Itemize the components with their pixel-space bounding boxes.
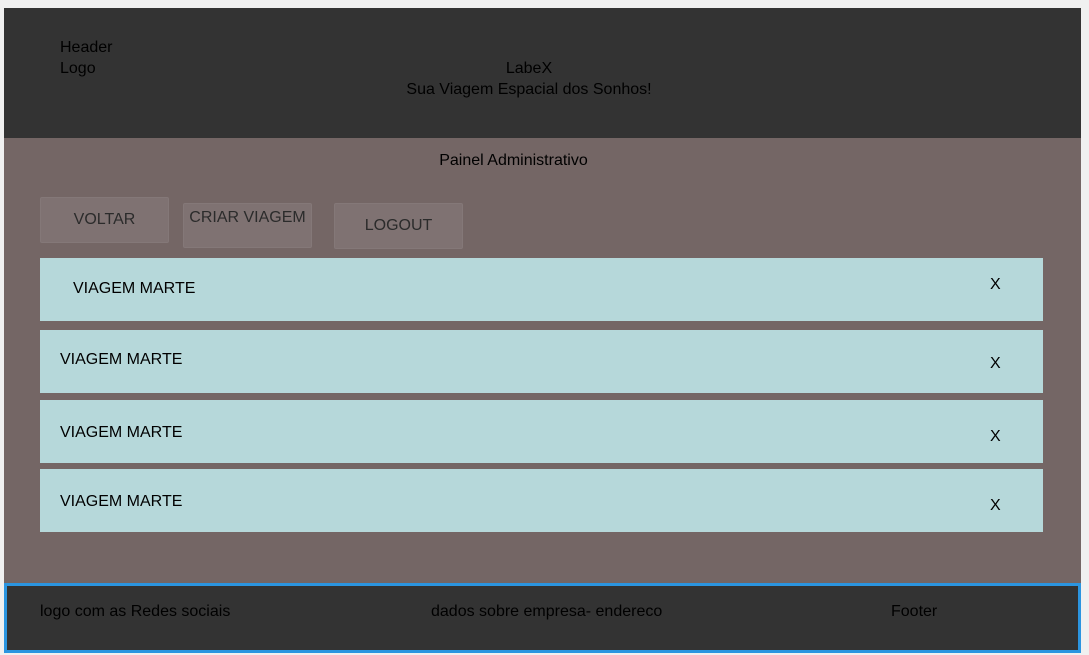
back-button[interactable]: VOLTAR: [40, 197, 169, 243]
delete-trip-button[interactable]: X: [990, 276, 1001, 294]
delete-trip-button[interactable]: X: [990, 355, 1001, 373]
page-frame: Header Logo LabeX Sua Viagem Espacial do…: [4, 8, 1081, 653]
logout-button[interactable]: LOGOUT: [334, 203, 463, 249]
footer: logo com as Redes sociais dados sobre em…: [4, 583, 1081, 653]
header-label-text: Header: [60, 39, 113, 56]
trip-name: VIAGEM MARTE: [73, 280, 196, 297]
trip-name: VIAGEM MARTE: [60, 493, 183, 510]
page-title: Painel Administrativo: [439, 152, 588, 169]
trip-card[interactable]: VIAGEM MARTE X: [40, 258, 1043, 321]
trip-card[interactable]: VIAGEM MARTE X: [40, 400, 1043, 463]
trip-name: VIAGEM MARTE: [60, 351, 183, 368]
header: Header Logo LabeX Sua Viagem Espacial do…: [4, 8, 1081, 138]
delete-trip-button[interactable]: X: [990, 497, 1001, 515]
trip-card[interactable]: VIAGEM MARTE X: [40, 469, 1043, 532]
tagline: Sua Viagem Espacial dos Sonhos!: [406, 81, 652, 98]
delete-trip-button[interactable]: X: [990, 428, 1001, 446]
trip-card[interactable]: VIAGEM MARTE X: [40, 330, 1043, 393]
company-info: dados sobre empresa- endereco: [431, 603, 663, 620]
trip-name: VIAGEM MARTE: [60, 424, 183, 441]
social-links-logo[interactable]: logo com as Redes sociais: [40, 603, 230, 621]
footer-label: Footer: [891, 603, 938, 620]
admin-panel: Painel Administrativo VOLTAR CRIAR VIAGE…: [4, 138, 1081, 583]
create-trip-button[interactable]: CRIAR VIAGEM: [183, 203, 312, 248]
brand-name: LabeX: [505, 60, 553, 77]
